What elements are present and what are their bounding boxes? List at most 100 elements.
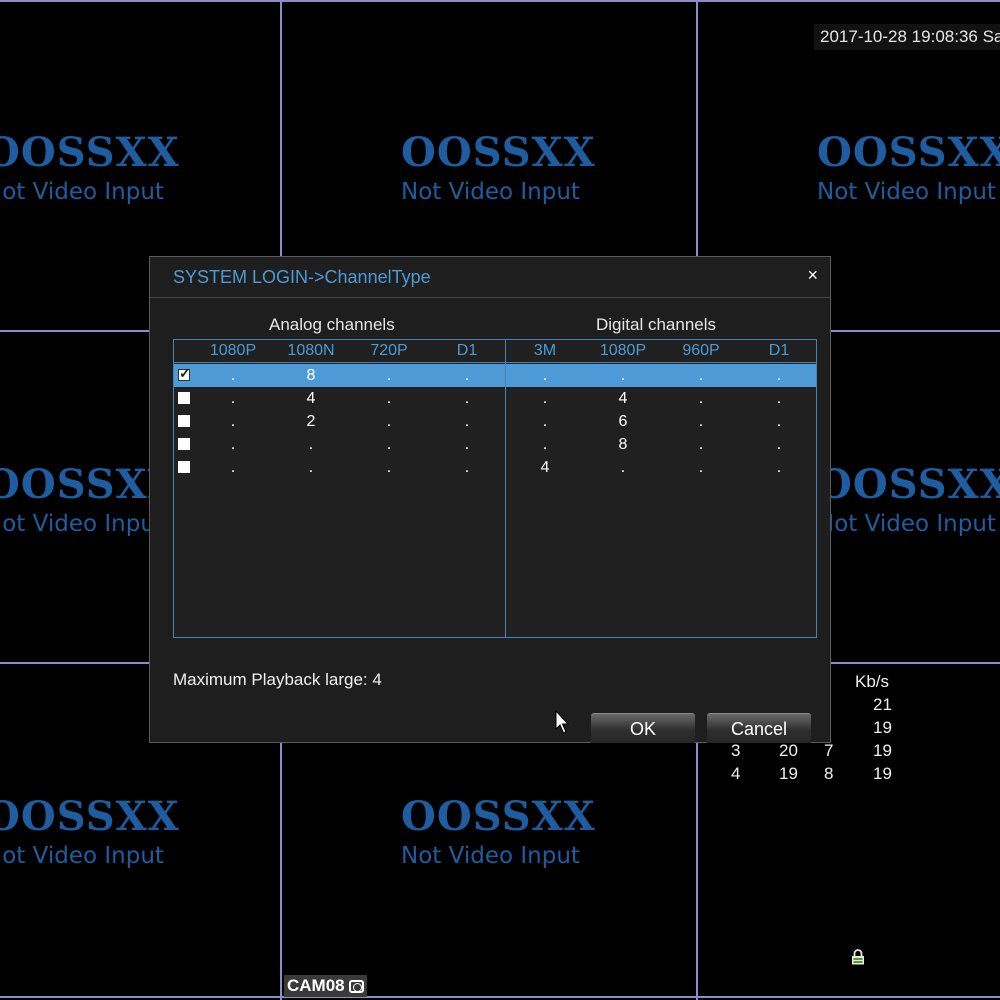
column-header: D1 <box>768 342 790 359</box>
table-cell: . <box>776 390 782 407</box>
table-cell: 8 <box>306 367 316 384</box>
no-video-status: Not Video Input <box>401 843 580 869</box>
table-cell: . <box>776 436 782 453</box>
camera-name: CAM08 <box>287 976 345 995</box>
brand-logo: OOSSXX <box>0 793 180 840</box>
analog-channel-table: 1080P 1080N 720P D1 . 8 . . . 4 . . . 2 … <box>173 339 506 638</box>
table-cell: . <box>542 367 548 384</box>
camera-label: CAM08 <box>284 975 367 997</box>
no-video-status: Not Video Input <box>817 179 996 205</box>
max-playback-text: Maximum Playback large: 4 <box>173 670 382 689</box>
table-cell: . <box>464 413 470 430</box>
no-video-status: Not Video Input <box>817 511 996 537</box>
no-video-status: Not Video Input <box>0 843 164 869</box>
stats-value: 21 <box>873 695 892 714</box>
channel-placeholder[interactable]: OOSSXX Not Video Input <box>817 129 1000 207</box>
table-cell: . <box>542 413 548 430</box>
digital-row[interactable]: . 8 . . <box>506 433 816 456</box>
ok-button[interactable]: OK <box>591 713 695 743</box>
channel-placeholder[interactable]: OOSSXX Not Video Input <box>401 129 596 207</box>
cancel-button[interactable]: Cancel <box>707 713 811 743</box>
table-cell: . <box>776 459 782 476</box>
table-cell: . <box>698 367 704 384</box>
channel-placeholder[interactable]: OOSSXX Not Video Input <box>0 793 180 871</box>
row-checkbox[interactable] <box>178 461 190 473</box>
close-icon[interactable]: × <box>807 263 818 287</box>
table-cell: . <box>620 459 626 476</box>
brand-logo: OOSSXX <box>0 129 180 176</box>
table-cell: . <box>230 436 236 453</box>
brand-logo: OOSSXX <box>0 461 180 508</box>
camera-icon <box>348 980 364 993</box>
column-header: 1080N <box>287 342 335 359</box>
table-cell: . <box>698 436 704 453</box>
table-cell: . <box>776 367 782 384</box>
channel-placeholder[interactable]: OOSSXX Not Video Input <box>401 793 596 871</box>
row-checkbox[interactable] <box>178 365 191 382</box>
digital-row[interactable]: . 4 . . <box>506 387 816 410</box>
mouse-cursor-icon <box>555 710 570 734</box>
table-cell: . <box>230 390 236 407</box>
digital-row[interactable]: . . . . <box>506 364 816 387</box>
stats-channel: 8 <box>824 764 834 783</box>
table-cell: . <box>698 390 704 407</box>
lock-icon <box>852 949 864 965</box>
analog-row[interactable]: . . . . <box>174 456 505 479</box>
timestamp-overlay: 2017-10-28 19:08:36 Sa <box>814 24 1000 50</box>
digital-row[interactable]: 4 . . . <box>506 456 816 479</box>
analog-channels-label: Analog channels <box>269 315 395 334</box>
analog-row[interactable]: . 4 . . <box>174 387 505 410</box>
column-header: D1 <box>456 342 478 359</box>
grid-divider <box>0 996 1000 998</box>
stats-value: 19 <box>779 764 798 783</box>
stats-value: 19 <box>873 718 892 737</box>
channel-placeholder[interactable]: OOSSXX Not Video Input <box>817 465 1000 539</box>
column-header: 720P <box>370 342 408 359</box>
channel-type-dialog: SYSTEM LOGIN->ChannelType × Analog chann… <box>149 256 831 743</box>
table-cell: . <box>698 413 704 430</box>
row-checkbox[interactable] <box>178 438 190 450</box>
title-divider <box>150 297 830 298</box>
analog-row[interactable]: . . . . <box>174 433 505 456</box>
brand-logo: OOSSXX <box>817 129 1000 176</box>
digital-row[interactable]: . 6 . . <box>506 410 816 433</box>
analog-row[interactable]: . 8 . . <box>174 364 505 387</box>
table-cell: . <box>386 367 392 384</box>
grid-divider <box>0 0 1000 2</box>
stats-channel: 3 <box>731 741 741 760</box>
table-cell: . <box>620 367 626 384</box>
table-cell: . <box>464 459 470 476</box>
kbps-header: Kb/s <box>855 672 890 691</box>
table-cell: . <box>542 436 548 453</box>
stats-value: 19 <box>873 741 892 760</box>
digital-channels-label: Digital channels <box>596 315 717 334</box>
table-cell: 8 <box>618 436 628 453</box>
stats-value: 19 <box>873 764 892 783</box>
stats-channel: 4 <box>731 764 741 783</box>
table-cell: . <box>230 413 236 430</box>
channel-placeholder[interactable]: OOSSXX Not Video Input <box>0 129 180 207</box>
table-cell: 6 <box>618 413 628 430</box>
table-cell: . <box>308 459 314 476</box>
analog-row[interactable]: . 2 . . <box>174 410 505 433</box>
table-cell: . <box>464 436 470 453</box>
digital-channel-table: 3M 1080P 960P D1 . . . . . 4 . . . 6 . .… <box>505 339 817 638</box>
row-checkbox[interactable] <box>178 415 190 427</box>
row-checkbox[interactable] <box>178 392 190 404</box>
digital-table-header: 3M 1080P 960P D1 <box>506 340 816 363</box>
stats-value: 20 <box>779 741 798 760</box>
channel-placeholder[interactable]: OOSSXX Not Video Input <box>0 461 180 539</box>
no-video-status: Not Video Input <box>0 179 164 205</box>
analog-table-header: 1080P 1080N 720P D1 <box>174 340 505 363</box>
stats-channel: 7 <box>824 741 834 760</box>
table-cell: . <box>230 459 236 476</box>
column-header: 1080P <box>599 342 647 359</box>
dialog-title: SYSTEM LOGIN->ChannelType <box>173 267 431 287</box>
table-cell: . <box>776 413 782 430</box>
brand-logo: OOSSXX <box>401 129 596 176</box>
brand-logo: OOSSXX <box>401 793 596 840</box>
table-cell: . <box>386 459 392 476</box>
table-cell: . <box>542 390 548 407</box>
table-cell: . <box>386 390 392 407</box>
table-cell: . <box>464 390 470 407</box>
